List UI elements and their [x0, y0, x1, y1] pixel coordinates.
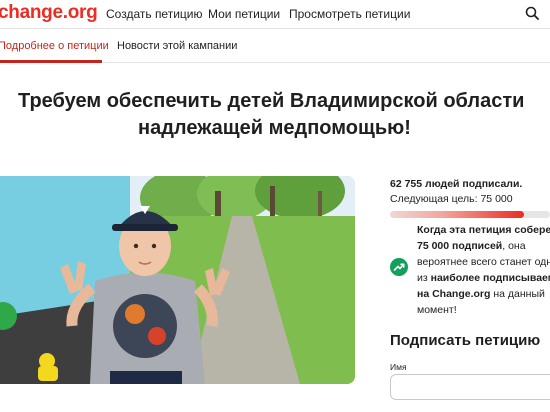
signature-count: 62 755 людей подписали. — [390, 178, 523, 190]
note-text-2: 75 000 подписей — [417, 240, 503, 252]
top-navigation: change.org Создать петицию Мои петиции П… — [0, 0, 550, 29]
active-tab-indicator — [0, 60, 102, 63]
trend-up-icon — [390, 258, 408, 276]
search-icon[interactable] — [525, 6, 539, 20]
note-text-5: из — [417, 272, 428, 284]
nav-my-petitions[interactable]: Мои петиции — [208, 7, 280, 21]
petition-title-line1: Требуем обеспечить детей Владимирской об… — [18, 90, 525, 112]
signature-progress-fill — [390, 211, 524, 218]
note-text-4: вероятнее всего станет одной — [417, 256, 550, 268]
note-text-9: момент! — [417, 304, 457, 316]
milestone-note: Когда эта петиция соберет 75 000 подписе… — [417, 222, 550, 318]
nav-browse-petitions[interactable]: Просмотреть петиции — [289, 7, 410, 21]
petition-photo-image — [0, 176, 355, 384]
change-org-logo[interactable]: change.org — [0, 2, 98, 24]
note-text-1: Когда эта петиция соберет — [417, 224, 550, 236]
note-text-7: на Change.org — [417, 288, 491, 300]
tab-details[interactable]: Подробнее о петиции — [0, 40, 109, 52]
name-input[interactable] — [390, 374, 550, 400]
name-label: Имя — [390, 362, 407, 372]
petition-photo — [0, 176, 355, 384]
petition-title-line2: надлежащей медпомощью! — [138, 117, 411, 139]
note-text-6: наиболее подписываемых — [430, 272, 550, 284]
sign-petition-heading: Подписать петицию — [390, 332, 541, 349]
note-text-8: на данный — [493, 288, 545, 300]
petition-tabs: Подробнее о петиции Новости этой кампани… — [0, 30, 550, 63]
tab-campaign-news[interactable]: Новости этой кампании — [117, 40, 237, 52]
nav-create-petition[interactable]: Создать петицию — [106, 7, 203, 21]
next-goal: Следующая цель: 75 000 — [390, 193, 513, 205]
signature-progress-bar — [390, 211, 550, 218]
note-text-3: , она — [502, 240, 526, 252]
